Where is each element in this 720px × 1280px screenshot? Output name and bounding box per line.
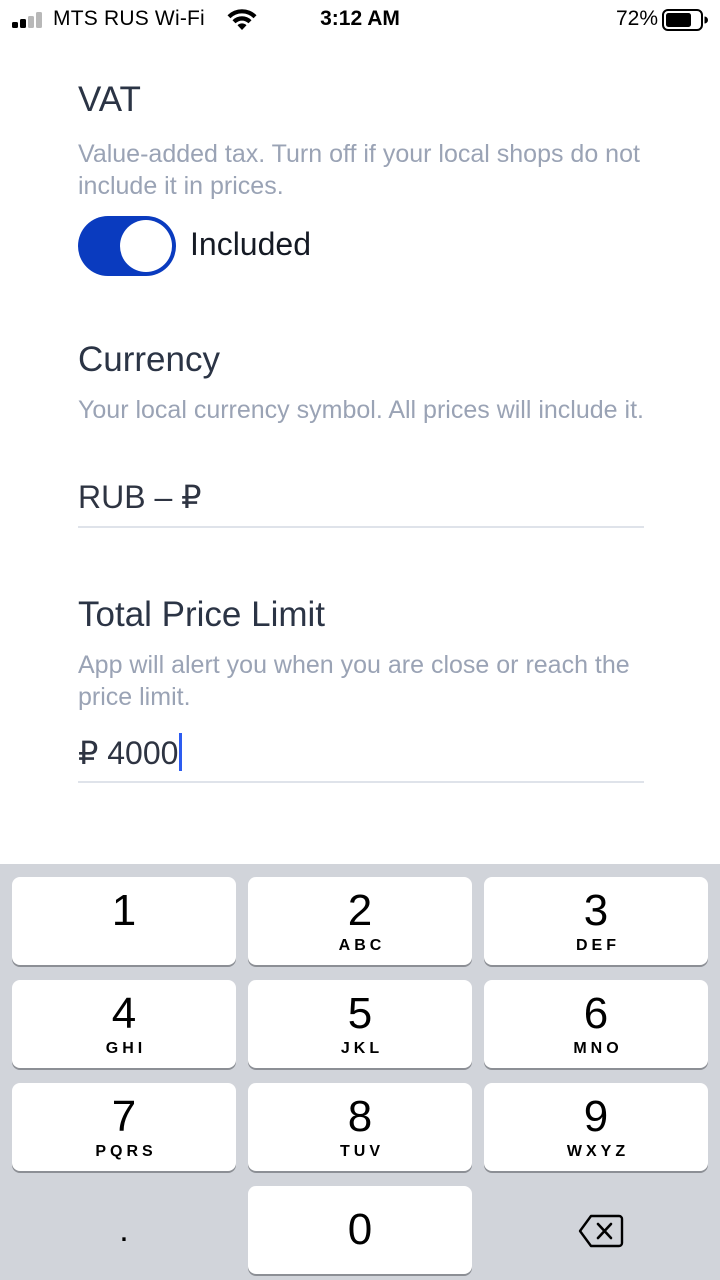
key-digit: 0 [347,1205,373,1254]
key-letters: TUV [340,1143,384,1160]
price-limit-value-wrap: ₽ 4000 [78,733,183,772]
key-letters: ABC [338,937,386,954]
key-8[interactable]: 8 TUV [248,1083,472,1171]
key-digit: 9 [583,1092,609,1141]
key-digit: 7 [111,1092,137,1141]
key-7[interactable]: 7 PQRS [12,1083,236,1171]
key-digit: 5 [347,989,373,1038]
key-digit: 1 [111,886,137,935]
price-limit-value: ₽ 4000 [78,735,179,771]
battery-percent: 72% [615,7,658,30]
battery-icon [662,9,708,31]
currency-value: RUB – ₽ [78,479,202,515]
status-bar: MTS RUS Wi-Fi 3:12 AM 72% [0,0,720,40]
key-6[interactable]: 6 MNO [484,980,708,1068]
key-1[interactable]: 1 [12,877,236,965]
backspace-icon [578,1214,624,1248]
key-9[interactable]: 9 WXYZ [484,1083,708,1171]
vat-toggle-row[interactable]: Included [78,216,478,276]
key-letters: GHI [105,1040,147,1057]
key-3[interactable]: 3 DEF [484,877,708,965]
price-limit-section: Total Price Limit App will alert you whe… [78,595,644,783]
key-digit: 8 [347,1092,373,1141]
screen: MTS RUS Wi-Fi 3:12 AM 72% VAT Value-adde… [0,0,720,1280]
key-letters: WXYZ [566,1143,630,1160]
key-digit: 3 [583,886,609,935]
key-letters: PQRS [95,1143,157,1160]
vat-section: VAT Value-added tax. Turn off if your lo… [78,80,644,276]
currency-field[interactable]: RUB – ₽ [78,478,644,528]
clock: 3:12 AM [320,7,400,30]
key-0[interactable]: 0 [248,1186,472,1274]
key-letters: JKL [340,1040,384,1057]
toggle-knob [120,220,172,272]
key-decimal-point[interactable]: . [12,1186,236,1274]
key-digit: 6 [583,989,609,1038]
vat-description: Value-added tax. Turn off if your local … [78,140,640,200]
vat-toggle-label: Included [190,226,311,262]
currency-description: Your local currency symbol. All prices w… [78,396,644,424]
vat-title: VAT [78,80,141,119]
text-caret [179,733,183,771]
key-4[interactable]: 4 GHI [12,980,236,1068]
price-limit-input[interactable]: ₽ 4000 [78,733,644,783]
currency-title: Currency [78,340,220,379]
price-limit-title: Total Price Limit [78,595,326,634]
key-2[interactable]: 2 ABC [248,877,472,965]
delete-key[interactable] [484,1186,708,1274]
price-limit-description: App will alert you when you are close or… [78,651,630,711]
key-digit: 4 [111,989,137,1038]
key-letters: MNO [573,1040,623,1057]
key-letters: DEF [576,937,620,954]
key-5[interactable]: 5 JKL [248,980,472,1068]
currency-section: Currency Your local currency symbol. All… [78,340,644,528]
vat-toggle-switch[interactable] [78,216,176,276]
numeric-keypad: 1 2 ABC 3 DEF 4 GHI 5 JKL 6 MNO 7 PQRS 8 [0,864,720,1280]
key-digit: 2 [347,886,373,935]
